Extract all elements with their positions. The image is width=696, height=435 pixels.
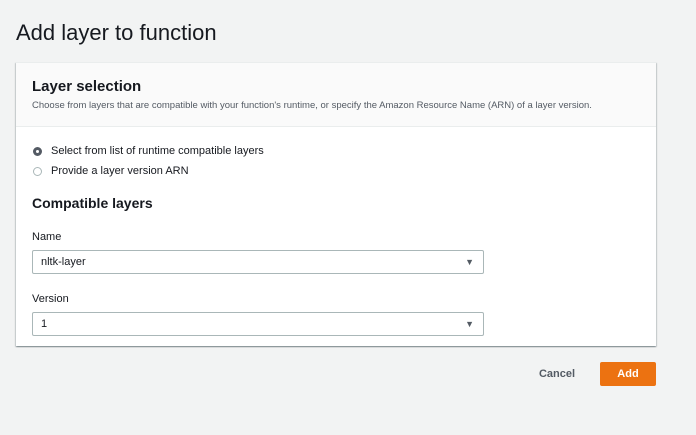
panel-header: Layer selection Choose from layers that … [16, 63, 656, 127]
panel-body: Select from list of runtime compatible l… [16, 127, 656, 336]
radio-runtime-compatible-layers[interactable]: Select from list of runtime compatible l… [32, 141, 640, 161]
radio-label: Select from list of runtime compatible l… [51, 145, 264, 157]
version-select-value: 1 [41, 318, 48, 330]
name-select[interactable]: nltk-layer ▼ [32, 250, 484, 274]
radio-layer-version-arn[interactable]: Provide a layer version ARN [32, 161, 640, 181]
version-label: Version [32, 293, 69, 305]
panel-description: Choose from layers that are compatible w… [32, 100, 592, 111]
radio-label: Provide a layer version ARN [51, 165, 189, 177]
version-select[interactable]: 1 ▼ [32, 312, 484, 336]
caret-down-icon: ▼ [465, 257, 474, 267]
cancel-button[interactable]: Cancel [528, 362, 586, 386]
panel-title: Layer selection [32, 78, 142, 95]
radio-checked-icon[interactable] [33, 146, 42, 156]
add-button[interactable]: Add [600, 362, 656, 386]
page-title: Add layer to function [16, 20, 217, 45]
caret-down-icon: ▼ [465, 319, 474, 329]
radio-unchecked-icon[interactable] [33, 166, 42, 176]
name-label: Name [32, 231, 62, 243]
layer-selection-panel: Layer selection Choose from layers that … [16, 62, 656, 346]
section-title-compatible-layers: Compatible layers [32, 195, 153, 211]
name-select-value: nltk-layer [41, 256, 86, 268]
